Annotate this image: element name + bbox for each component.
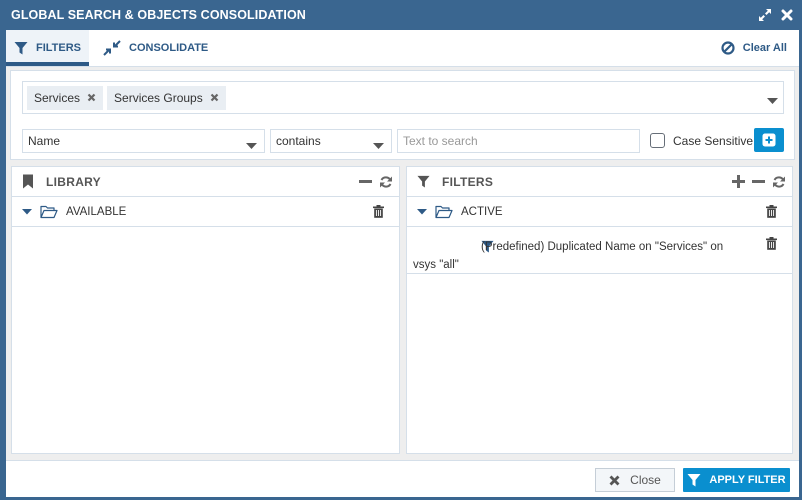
filters-panel: FILTERS ACTIVE (Predefined) Duplicated N… (406, 166, 793, 454)
dialog-footer: Close APPLY FILTER (6, 460, 799, 497)
filters-header: FILTERS (407, 167, 792, 197)
tab-bar: FILTERS CONSOLIDATE Clear All (6, 30, 799, 67)
minus-icon (359, 180, 372, 183)
refresh-icon (773, 175, 785, 188)
title-bar: GLOBAL SEARCH & OBJECTS CONSOLIDATION (3, 0, 799, 30)
chevron-down-icon (246, 139, 257, 153)
tab-consolidate-label: CONSOLIDATE (129, 42, 209, 54)
caret-down-icon[interactable] (417, 208, 427, 215)
dialog-window: GLOBAL SEARCH & OBJECTS CONSOLIDATION FI… (0, 0, 802, 500)
folder-open-icon (435, 205, 453, 218)
refresh-icon (380, 175, 392, 188)
plus-icon (732, 175, 745, 188)
folder-label: AVAILABLE (66, 205, 127, 218)
close-button-label: Close (630, 473, 661, 487)
funnel-icon (687, 474, 701, 487)
add-criteria-button[interactable] (754, 128, 784, 152)
close-window-button[interactable] (777, 5, 797, 25)
close-button[interactable]: Close (595, 468, 675, 492)
field-select[interactable]: Name (22, 129, 265, 153)
funnel-icon (417, 175, 430, 188)
compress-arrows-icon (103, 40, 121, 56)
close-x-icon (210, 93, 218, 102)
object-type-tag: Services Groups (107, 85, 226, 110)
bookmark-icon (23, 174, 33, 189)
search-criteria-panel: Services Services Groups Name contains T… (10, 70, 795, 160)
delete-folder-button[interactable] (766, 205, 777, 218)
tab-consolidate[interactable]: CONSOLIDATE (95, 30, 216, 66)
folder-row-available[interactable]: AVAILABLE (12, 197, 399, 227)
collapse-button[interactable] (752, 175, 765, 188)
field-select-value: Name (28, 134, 61, 148)
case-sensitive-toggle[interactable]: Case Sensitive (650, 133, 753, 148)
dropdown-arrow-icon[interactable] (767, 94, 778, 108)
expand-arrows-icon (759, 9, 771, 21)
search-text-input[interactable] (397, 129, 640, 153)
filters-title: FILTERS (442, 174, 494, 189)
plus-square-icon (762, 133, 776, 147)
library-title: LIBRARY (46, 174, 101, 189)
criteria-row: Name contains Case Sensiti (22, 128, 784, 153)
collapse-button[interactable] (359, 175, 372, 188)
tab-filters-label: FILTERS (36, 42, 82, 54)
body-area: Services Services Groups Name contains T… (6, 67, 799, 460)
close-x-icon (609, 475, 620, 485)
caret-down-icon[interactable] (22, 208, 32, 215)
trash-icon (766, 237, 777, 250)
close-x-icon (781, 9, 793, 21)
apply-filter-button[interactable]: APPLY FILTER (683, 468, 790, 492)
filter-item-label: (Predefined) Duplicated Name on "Service… (413, 241, 724, 271)
remove-tag-button[interactable] (87, 93, 96, 102)
remove-tag-button[interactable] (210, 93, 219, 102)
object-type-multiselect[interactable]: Services Services Groups (22, 81, 784, 114)
clear-all-label: Clear All (742, 42, 787, 54)
case-sensitive-label: Case Sensitive (673, 133, 754, 148)
refresh-button[interactable] (379, 175, 393, 189)
operator-select-value: contains (276, 134, 321, 148)
close-x-icon (87, 93, 96, 102)
tag-label: Services (34, 90, 81, 105)
dialog-title: GLOBAL SEARCH & OBJECTS CONSOLIDATION (11, 8, 306, 22)
dialog-content: FILTERS CONSOLIDATE Clear All Services S… (6, 30, 799, 497)
delete-filter-button[interactable] (766, 237, 777, 250)
filter-list-item[interactable]: (Predefined) Duplicated Name on "Service… (407, 227, 792, 274)
ban-icon (721, 41, 735, 55)
maximize-button[interactable] (755, 5, 775, 25)
object-type-tag: Services (27, 85, 104, 110)
tag-label: Services Groups (114, 90, 203, 105)
tab-filters[interactable]: FILTERS (6, 30, 90, 66)
operator-select[interactable]: contains (270, 129, 392, 153)
apply-filter-label: APPLY FILTER (709, 474, 786, 486)
trash-icon (766, 205, 777, 218)
library-header: LIBRARY (12, 167, 399, 197)
refresh-button[interactable] (772, 175, 786, 189)
delete-folder-button[interactable] (373, 205, 384, 218)
library-panel: LIBRARY AVAILABLE (11, 166, 400, 454)
minus-icon (752, 180, 765, 183)
chevron-down-icon (373, 139, 384, 153)
case-sensitive-checkbox[interactable] (650, 133, 665, 148)
folder-open-icon (40, 205, 58, 218)
folder-row-active[interactable]: ACTIVE (407, 197, 792, 227)
clear-all-button[interactable]: Clear All (721, 30, 787, 66)
add-filter-button[interactable] (732, 175, 745, 188)
trash-icon (373, 205, 384, 218)
funnel-icon (14, 42, 28, 55)
folder-label: ACTIVE (461, 205, 503, 218)
